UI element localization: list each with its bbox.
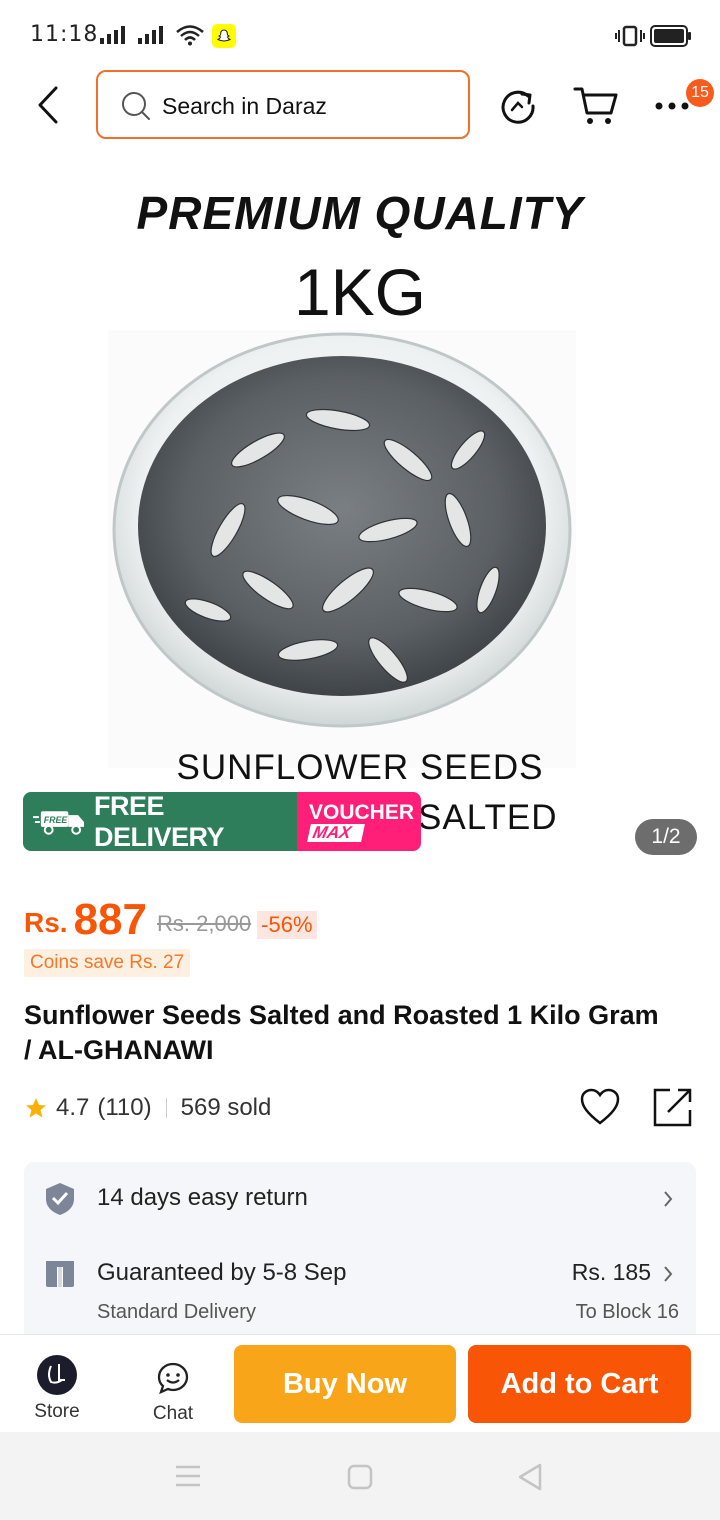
image-weight: 1KG — [293, 255, 427, 329]
cart-icon[interactable] — [572, 84, 620, 128]
wifi-icon — [176, 25, 204, 46]
return-policy[interactable]: 14 days easy return — [97, 1184, 308, 1212]
signal-icon — [100, 26, 125, 44]
voucher-label: VOUCHER — [309, 800, 415, 824]
back-nav-icon[interactable] — [516, 1462, 544, 1492]
status-time: 11:18 — [30, 22, 99, 47]
review-count: (110) — [97, 1094, 152, 1121]
top-bar: Search in Daraz 15 — [0, 70, 720, 140]
shield-check-icon — [46, 1183, 74, 1215]
discount-badge: -56% — [257, 911, 317, 939]
original-price: Rs. 2,000 — [157, 911, 252, 936]
voucher-max-badge: VOUCHER MAX — [297, 792, 421, 851]
add-to-cart-button[interactable]: Add to Cart — [468, 1345, 691, 1423]
image-product-name: SUNFLOWER SEEDS — [176, 748, 544, 787]
share-icon[interactable] — [652, 1086, 694, 1128]
divider — [165, 1098, 167, 1118]
truck-icon: FREE — [33, 810, 84, 835]
rating-row[interactable]: 4.7 (110) 569 sold — [24, 1090, 271, 1126]
product-title: Sunflower Seeds Salted and Roasted 1 Kil… — [24, 1000, 659, 1065]
image-heading: PREMIUM QUALITY — [136, 187, 584, 239]
sold-count: 569 sold — [180, 1094, 272, 1121]
vibrate-icon — [615, 25, 645, 47]
image-pager: 1/2 — [635, 819, 697, 855]
free-tag: FREE — [44, 814, 69, 824]
battery-icon — [650, 25, 691, 47]
free-delivery-badge: FREE FREE DELIVERY — [23, 792, 297, 851]
promo-banner: FREE FREE DELIVERY VOUCHER MAX — [23, 792, 421, 851]
price-currency: Rs. — [24, 907, 68, 938]
signal-icon — [138, 26, 163, 44]
image-variant: SALTED — [418, 798, 558, 837]
delivery-price: Rs. 185 — [571, 1259, 651, 1285]
heart-icon[interactable] — [579, 1087, 621, 1127]
menu-icon[interactable] — [174, 1462, 202, 1490]
delivery-guarantee[interactable]: Guaranteed by 5-8 Sep — [97, 1259, 347, 1287]
home-icon[interactable] — [346, 1463, 374, 1491]
max-label: MAX — [307, 823, 365, 842]
refresh-icon[interactable] — [498, 86, 538, 126]
system-nav-bar — [0, 1432, 720, 1520]
store-logo-icon — [37, 1355, 77, 1395]
delivery-type: Standard Delivery — [97, 1301, 256, 1323]
chevron-right-icon[interactable] — [662, 1190, 674, 1208]
status-bar: 11:18 — [0, 0, 720, 70]
price-row: Rs. 887 Rs. 2,000 -56% — [24, 895, 317, 945]
more-icon[interactable] — [654, 100, 690, 112]
delivery-destination: To Block 16 — [575, 1301, 679, 1323]
chat-icon — [157, 1362, 189, 1395]
snapchat-icon — [212, 24, 236, 48]
buy-now-button[interactable]: Buy Now — [234, 1345, 456, 1423]
product-image[interactable]: PREMIUM QUALITY 1KG SUNFLOWER SEEDS SALT… — [0, 150, 720, 870]
rating-value: 4.7 — [56, 1094, 90, 1121]
search-icon — [122, 92, 150, 120]
notification-badge: 15 — [686, 79, 714, 107]
store-button[interactable]: Store — [24, 1355, 90, 1423]
store-label: Store — [34, 1401, 80, 1422]
service-panel: 14 days easy return Guaranteed by 5-8 Se… — [24, 1162, 696, 1334]
package-icon — [46, 1261, 74, 1287]
back-icon[interactable] — [34, 84, 64, 126]
price-amount: 887 — [73, 895, 147, 944]
star-icon — [26, 1098, 46, 1118]
coins-badge: Coins save Rs. 27 — [24, 949, 191, 977]
chat-button[interactable]: Chat — [140, 1361, 206, 1425]
free-delivery-label: FREE DELIVERY — [93, 792, 225, 851]
search-placeholder: Search in Daraz — [162, 93, 327, 119]
seeds-bowl-image — [108, 330, 576, 768]
search-input[interactable]: Search in Daraz — [96, 70, 470, 139]
chat-label: Chat — [152, 1403, 194, 1424]
chevron-right-icon[interactable] — [662, 1265, 674, 1283]
bottom-action-bar: Store Chat Buy Now Add to Cart — [0, 1334, 720, 1432]
